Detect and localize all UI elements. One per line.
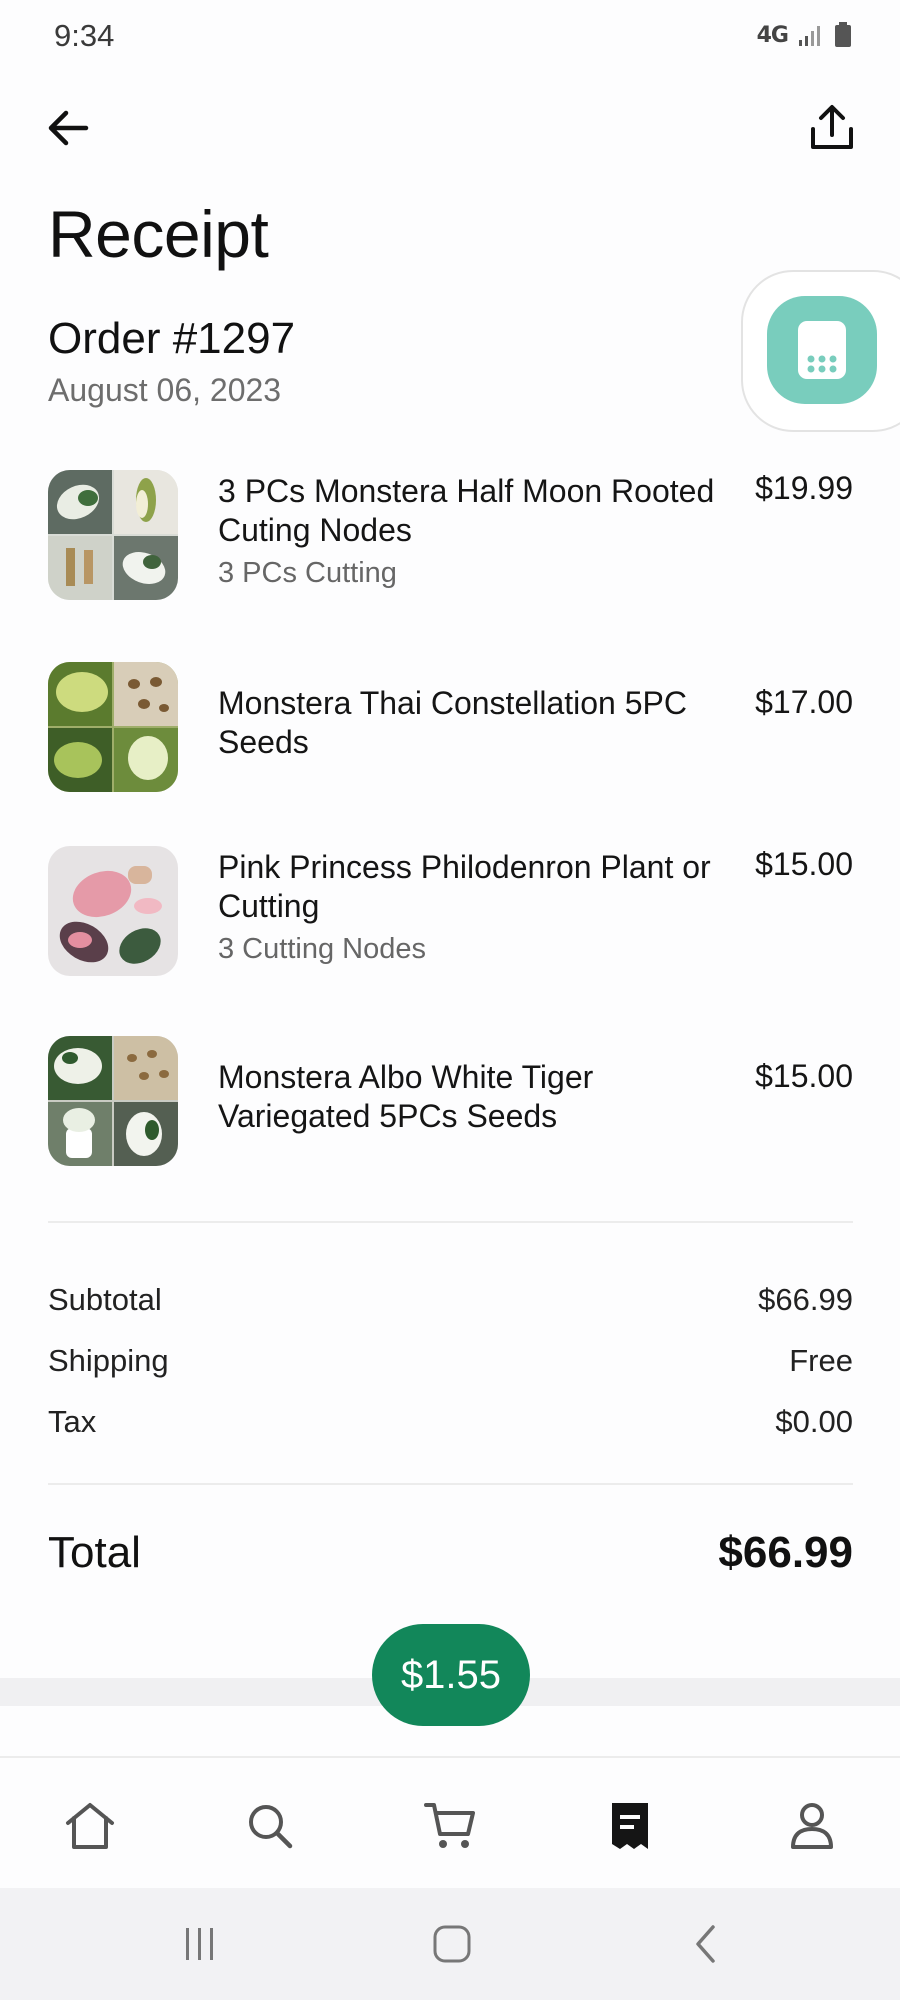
item-thumbnail [48, 1036, 178, 1166]
search-icon [249, 1805, 293, 1849]
item-title: Monstera Thai Constellation 5PC Seeds [218, 684, 738, 762]
tax-row: Tax $0.00 [48, 1404, 853, 1440]
network-4g-icon: 4G [756, 22, 789, 48]
tax-label: Tax [48, 1404, 97, 1439]
arrow-left-icon [48, 110, 89, 146]
item-price: $15.00 [755, 1058, 853, 1094]
item-name: Monstera Thai Constellation 5PC Seeds [218, 685, 687, 760]
status-bar: 9:34 4G [0, 0, 900, 76]
shipping-value: Free [789, 1343, 853, 1378]
item-title: Monstera Albo White Tiger Variegated 5PC… [218, 1058, 738, 1136]
system-back-button[interactable] [676, 1922, 736, 1966]
item-thumbnail [48, 470, 178, 600]
divider [48, 1483, 853, 1485]
system-back-icon [696, 1925, 715, 1963]
signal-icon [799, 26, 820, 46]
page-title: Receipt [48, 197, 269, 271]
floating-widget-button[interactable] [767, 296, 877, 404]
item-variant: 3 PCs Cutting [218, 557, 397, 589]
top-bar [0, 96, 900, 160]
recent-apps-icon [186, 1928, 213, 1960]
subtotal-value: $66.99 [758, 1282, 853, 1317]
home-icon [66, 1803, 114, 1849]
share-button[interactable] [800, 96, 864, 160]
order-number: Order #1297 [48, 314, 296, 363]
item-thumbnail [48, 662, 178, 792]
item-price: $15.00 [755, 846, 853, 882]
home-system-button[interactable] [422, 1922, 482, 1966]
share-upload-icon [811, 105, 853, 149]
nav-cart[interactable] [420, 1796, 480, 1856]
tax-value: $0.00 [775, 1404, 853, 1439]
shipping-label: Shipping [48, 1343, 169, 1378]
subtotal-label: Subtotal [48, 1282, 162, 1317]
profile-icon [791, 1803, 833, 1849]
item-thumbnail [48, 846, 178, 976]
item-variant: 3 Cutting Nodes [218, 933, 426, 965]
status-time: 9:34 [54, 18, 115, 53]
floating-calculator-widget[interactable] [741, 270, 900, 432]
total-label: Total [48, 1528, 141, 1577]
back-button[interactable] [38, 96, 98, 160]
home-circle-icon [433, 1925, 471, 1963]
item-name: Monstera Albo White Tiger Variegated 5PC… [218, 1059, 594, 1134]
nav-profile[interactable] [782, 1796, 842, 1856]
shipping-row: Shipping Free [48, 1343, 853, 1379]
calculator-icon [798, 321, 846, 379]
battery-icon [835, 22, 851, 47]
system-nav-bar [0, 1888, 900, 2000]
status-icons: 4G [757, 22, 852, 48]
divider [48, 1221, 853, 1223]
subtotal-row: Subtotal $66.99 [48, 1282, 853, 1318]
bottom-nav [0, 1756, 900, 1890]
total-row: Total $66.99 [48, 1528, 853, 1578]
order-date: August 06, 2023 [48, 372, 282, 408]
receipt-icon [612, 1803, 648, 1849]
item-price: $17.00 [755, 684, 853, 720]
item-price: $19.99 [755, 470, 853, 506]
nav-home[interactable] [60, 1796, 120, 1856]
recent-apps-button[interactable] [170, 1922, 230, 1966]
total-value: $66.99 [718, 1528, 853, 1577]
item-title: 3 PCs Monstera Half Moon Rooted Cuting N… [218, 472, 738, 593]
cart-icon [424, 1803, 475, 1848]
item-name: 3 PCs Monstera Half Moon Rooted Cuting N… [218, 473, 715, 548]
item-name: Pink Princess Philodenron Plant or Cutti… [218, 849, 711, 924]
floating-amount-pill[interactable]: $1.55 [372, 1624, 530, 1726]
nav-search[interactable] [240, 1796, 300, 1856]
nav-receipts[interactable] [600, 1796, 660, 1856]
item-title: Pink Princess Philodenron Plant or Cutti… [218, 848, 738, 969]
